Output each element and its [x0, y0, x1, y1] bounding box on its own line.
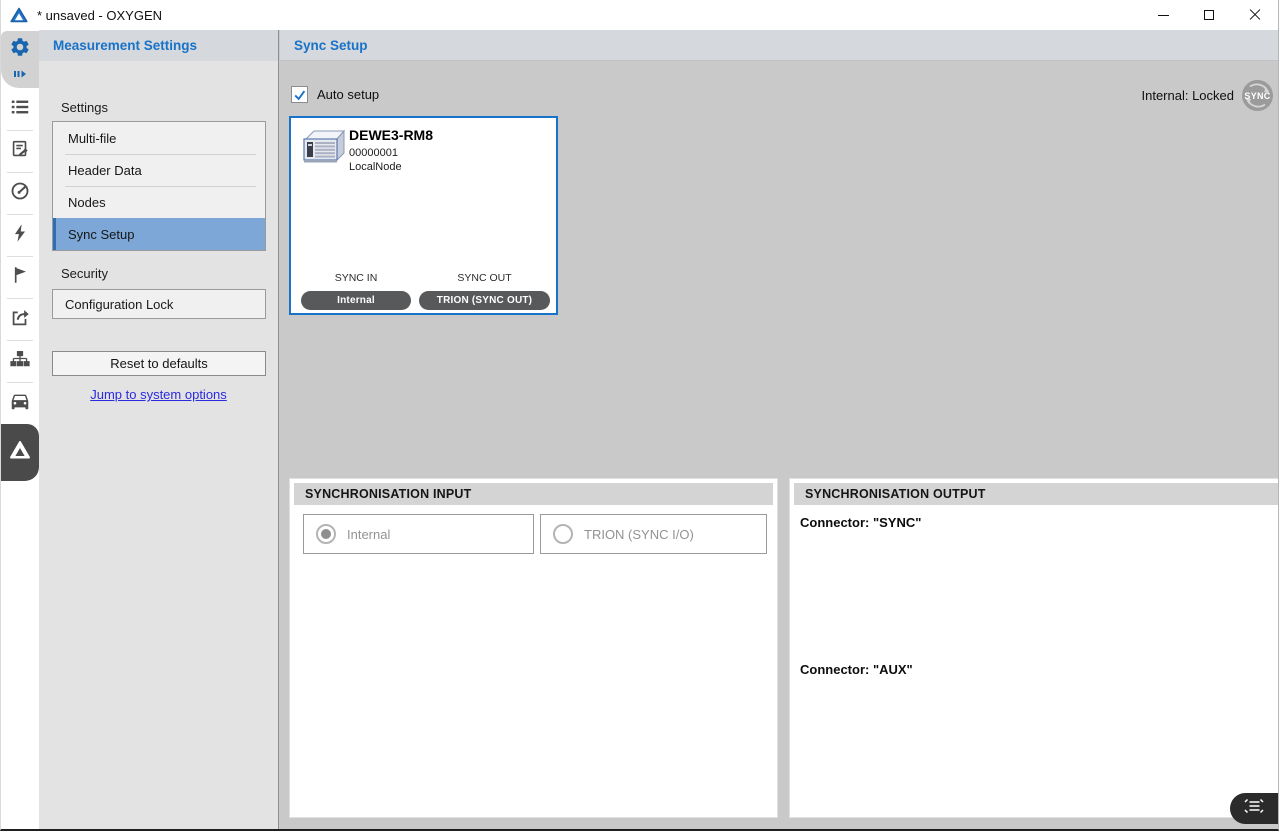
- list-frame-icon: [1243, 798, 1265, 819]
- checkbox-check-icon: [293, 88, 307, 102]
- node-list-button[interactable]: [1230, 793, 1278, 824]
- settings-item-sync-setup[interactable]: Sync Setup: [53, 218, 265, 250]
- radio-selected-icon: [316, 524, 336, 544]
- sync-status-text: Internal: Locked: [1141, 88, 1234, 103]
- minimize-icon: [1158, 15, 1169, 16]
- sidebar-item-channel-list[interactable]: [1, 88, 39, 130]
- sidebar-item-trigger[interactable]: [1, 214, 39, 256]
- device-node: LocalNode: [349, 161, 402, 173]
- sync-out-label: SYNC OUT: [419, 272, 550, 284]
- auto-setup-checkbox[interactable]: Auto setup: [291, 86, 379, 103]
- settings-item-multi-file[interactable]: Multi-file: [53, 122, 265, 154]
- sidebar-item-events[interactable]: [1, 256, 39, 298]
- auto-setup-label: Auto setup: [317, 87, 379, 102]
- sidebar-item-vehicle[interactable]: [1, 382, 39, 424]
- maximize-button[interactable]: [1186, 0, 1232, 30]
- sync-status: Internal: Locked SYNC: [1141, 80, 1273, 111]
- page-title: Sync Setup: [280, 30, 1278, 61]
- flag-icon: [9, 264, 31, 291]
- window-title: * unsaved - OXYGEN: [37, 8, 162, 23]
- sync-out-value-pill[interactable]: TRION (SYNC OUT): [419, 291, 550, 310]
- sidebar-item-dewetron-home[interactable]: [1, 424, 39, 481]
- settings-item-nodes[interactable]: Nodes: [53, 186, 265, 218]
- connector-sync-label: Connector: "SYNC": [800, 515, 921, 530]
- connector-aux-label: Connector: "AUX": [800, 662, 913, 677]
- dewetron-logo-icon: [9, 440, 31, 465]
- sidebar-item-export[interactable]: [1, 298, 39, 340]
- device-serial: 00000001: [349, 147, 398, 159]
- network-icon: [9, 348, 31, 375]
- lightning-icon: [9, 222, 31, 249]
- synchronisation-input-panel: SYNCHRONISATION INPUT Internal TRION (SY…: [289, 478, 778, 818]
- sync-input-title: SYNCHRONISATION INPUT: [294, 483, 773, 505]
- jump-to-system-options-link[interactable]: Jump to system options: [39, 387, 278, 402]
- settings-item-header-data[interactable]: Header Data: [53, 154, 265, 186]
- radio-option-internal-label: Internal: [347, 527, 390, 542]
- checkbox-box: [291, 86, 308, 103]
- title-bar: * unsaved - OXYGEN: [1, 0, 1278, 30]
- dewetron-logo-icon: [10, 7, 28, 23]
- sidebar-item-screen-setup[interactable]: [1, 130, 39, 172]
- radio-option-trion-sync-io[interactable]: TRION (SYNC I/O): [540, 514, 767, 554]
- gear-icon: [9, 36, 31, 63]
- sidebar-item-measurement-view[interactable]: [1, 172, 39, 214]
- close-icon: [1249, 9, 1261, 21]
- sync-in-label: SYNC IN: [301, 272, 411, 284]
- sidebar-item-network-nodes[interactable]: [1, 340, 39, 382]
- measurement-settings-panel: Measurement Settings Settings Multi-file…: [39, 30, 279, 829]
- car-icon: [9, 390, 31, 417]
- sync-output-title: SYNCHRONISATION OUTPUT: [794, 483, 1279, 505]
- radio-option-internal[interactable]: Internal: [303, 514, 534, 554]
- settings-section-label: Settings: [61, 100, 108, 115]
- panel-title: Measurement Settings: [39, 30, 278, 61]
- sync-in-value-pill[interactable]: Internal: [301, 291, 411, 310]
- maximize-icon: [1204, 10, 1214, 20]
- radio-option-trion-label: TRION (SYNC I/O): [584, 527, 694, 542]
- device-name: DEWE3-RM8: [349, 127, 433, 143]
- sync-setup-area: Sync Setup Auto setup Internal: Locked S…: [280, 30, 1278, 829]
- device-image: [300, 127, 346, 172]
- device-card-dewe3-rm8[interactable]: DEWE3-RM8 00000001 LocalNode SYNC IN SYN…: [289, 116, 558, 315]
- synchronisation-output-panel: SYNCHRONISATION OUTPUT Connector: "SYNC"…: [789, 478, 1279, 818]
- reset-to-defaults-button[interactable]: Reset to defaults: [52, 351, 266, 376]
- app-window: * unsaved - OXYGEN: [0, 0, 1279, 831]
- sync-badge-icon: SYNC: [1242, 80, 1273, 111]
- icon-rail: [1, 30, 39, 829]
- close-button[interactable]: [1232, 0, 1278, 30]
- radio-unselected-icon: [553, 524, 573, 544]
- settings-item-configuration-lock[interactable]: Configuration Lock: [52, 289, 266, 319]
- security-section-label: Security: [61, 266, 108, 281]
- measure-mode-icon: [13, 65, 27, 83]
- minimize-button[interactable]: [1140, 0, 1186, 30]
- channel-list-icon: [9, 96, 31, 123]
- sync-badge-label: SYNC: [1244, 91, 1270, 101]
- export-icon: [9, 306, 31, 333]
- settings-list: Multi-file Header Data Nodes Sync Setup: [52, 121, 266, 251]
- sidebar-item-system-settings[interactable]: [1, 31, 39, 88]
- report-wrench-icon: [9, 138, 31, 165]
- gauge-icon: [9, 180, 31, 207]
